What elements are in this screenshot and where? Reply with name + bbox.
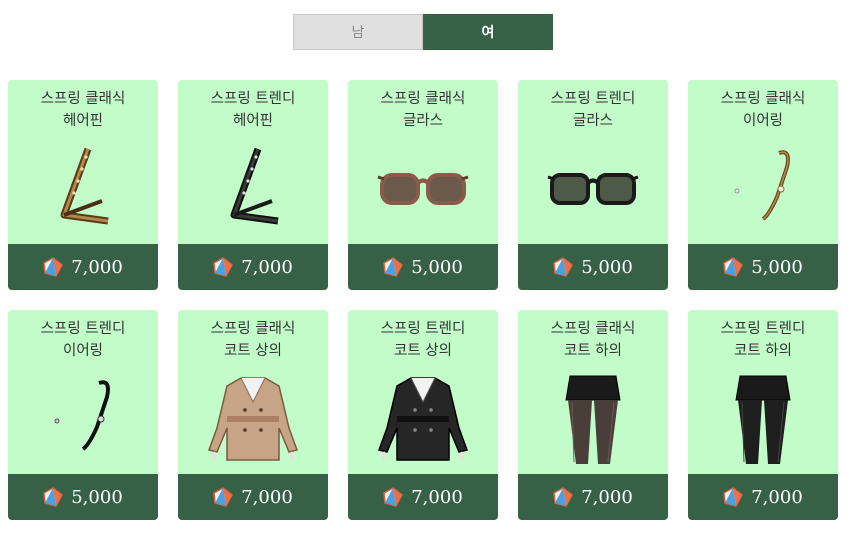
gender-tabs: 남 여 [293,14,553,50]
item-card[interactable]: 스프링 트렌디 코트 상의 7,000 [348,310,498,520]
earring-icon [688,138,838,242]
item-card[interactable]: 스프링 트렌디 이어링 5,000 [8,310,158,520]
gem-icon [723,257,744,277]
glasses-icon [518,138,668,242]
item-price: 7,000 [751,486,803,508]
item-price: 7,000 [581,486,633,508]
item-price: 7,000 [71,256,123,278]
price-bar: 5,000 [518,244,668,290]
item-name: 스프링 클래식 코트 하의 [550,321,636,359]
item-name: 스프링 트렌디 코트 하의 [720,321,806,359]
item-card[interactable]: 스프링 클래식 코트 하의 7,000 [518,310,668,520]
gem-icon [43,257,64,277]
price-bar: 7,000 [178,244,328,290]
price-bar: 5,000 [348,244,498,290]
item-name: 스프링 트렌디 헤어핀 [210,91,296,129]
item-name: 스프링 클래식 코트 상의 [210,321,296,359]
item-price: 7,000 [241,486,293,508]
gem-icon [383,487,404,507]
glasses-icon [348,138,498,242]
gem-icon [553,487,574,507]
coat-icon [348,368,498,472]
coat-icon [178,368,328,472]
gem-icon [383,257,404,277]
item-price: 5,000 [71,486,123,508]
item-price: 7,000 [411,486,463,508]
gem-icon [723,487,744,507]
gem-icon [553,257,574,277]
item-name: 스프링 클래식 글라스 [380,91,466,129]
gem-icon [213,257,234,277]
price-bar: 7,000 [178,474,328,520]
gem-icon [43,487,64,507]
tab-male[interactable]: 남 [293,14,423,50]
gem-icon [213,487,234,507]
price-bar: 5,000 [8,474,158,520]
item-card[interactable]: 스프링 트렌디 글라스 5,000 [518,80,668,290]
item-card[interactable]: 스프링 트렌디 코트 하의 7,000 [688,310,838,520]
price-bar: 7,000 [518,474,668,520]
hairpin-icon [8,138,158,242]
item-price: 5,000 [411,256,463,278]
item-card[interactable]: 스프링 클래식 글라스 5,000 [348,80,498,290]
item-grid: 스프링 클래식 헤어핀 7,000 스프링 트렌디 헤어핀 7,000 스프링 … [8,80,838,520]
earring-icon [8,368,158,472]
item-price: 5,000 [581,256,633,278]
item-price: 7,000 [241,256,293,278]
price-bar: 7,000 [8,244,158,290]
price-bar: 7,000 [688,474,838,520]
price-bar: 7,000 [348,474,498,520]
item-card[interactable]: 스프링 클래식 코트 상의 7,000 [178,310,328,520]
item-card[interactable]: 스프링 트렌디 헤어핀 7,000 [178,80,328,290]
item-name: 스프링 트렌디 코트 상의 [380,321,466,359]
item-price: 5,000 [751,256,803,278]
item-name: 스프링 클래식 헤어핀 [40,91,126,129]
tab-female[interactable]: 여 [423,14,553,50]
item-card[interactable]: 스프링 클래식 헤어핀 7,000 [8,80,158,290]
item-card[interactable]: 스프링 클래식 이어링 5,000 [688,80,838,290]
price-bar: 5,000 [688,244,838,290]
item-name: 스프링 클래식 이어링 [720,91,806,129]
hairpin-icon [178,138,328,242]
item-name: 스프링 트렌디 글라스 [550,91,636,129]
item-name: 스프링 트렌디 이어링 [40,321,126,359]
leggings-icon [518,368,668,472]
leggings-icon [688,368,838,472]
